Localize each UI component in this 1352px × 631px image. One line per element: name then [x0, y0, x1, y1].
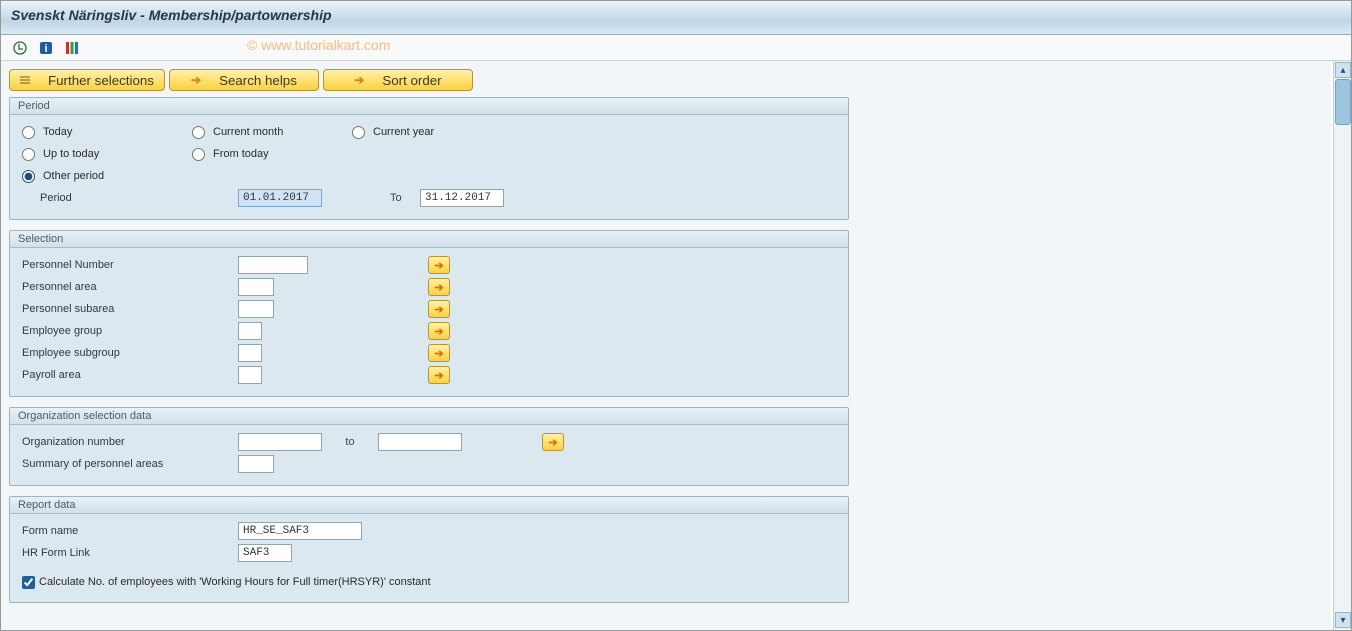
radio-up-to-today-input[interactable]	[22, 148, 35, 161]
sort-order-button[interactable]: ➔ Sort order	[323, 69, 473, 91]
menu-icon	[20, 73, 30, 88]
org-group-title: Organization selection data	[10, 408, 848, 425]
period-to-label: To	[390, 192, 420, 204]
summary-label: Summary of personnel areas	[22, 458, 238, 470]
personnel-subarea-input[interactable]	[238, 300, 274, 318]
period-from-input[interactable]	[238, 189, 322, 207]
selection-group-title: Selection	[10, 231, 848, 248]
personnel-subarea-label: Personnel subarea	[22, 303, 238, 315]
radio-other-period-input[interactable]	[22, 170, 35, 183]
employee-group-multi-button[interactable]: ➔	[428, 322, 450, 340]
employee-subgroup-multi-button[interactable]: ➔	[428, 344, 450, 362]
hr-form-link-input[interactable]	[238, 544, 292, 562]
radio-current-month-label: Current month	[213, 126, 283, 138]
report-group-title: Report data	[10, 497, 848, 514]
selection-group: Selection Personnel Number ➔ Personnel a…	[9, 230, 849, 397]
further-selections-button[interactable]: Further selections	[9, 69, 165, 91]
execute-icon[interactable]	[11, 39, 29, 57]
personnel-area-input[interactable]	[238, 278, 274, 296]
scroll-area: Further selections ➔ Search helps ➔ Sort…	[1, 61, 1331, 630]
radio-today-input[interactable]	[22, 126, 35, 139]
org-number-label: Organization number	[22, 436, 238, 448]
radio-from-today-input[interactable]	[192, 148, 205, 161]
employee-group-label: Employee group	[22, 325, 238, 337]
employee-group-input[interactable]	[238, 322, 262, 340]
radio-current-year-input[interactable]	[352, 126, 365, 139]
radio-up-to-today[interactable]: Up to today	[22, 148, 192, 161]
app-toolbar: i	[1, 35, 1351, 61]
personnel-subarea-multi-button[interactable]: ➔	[428, 300, 450, 318]
radio-current-month-input[interactable]	[192, 126, 205, 139]
arrow-right-icon: ➔	[434, 281, 443, 294]
further-selections-label: Further selections	[48, 73, 154, 88]
radio-current-year-label: Current year	[373, 126, 434, 138]
period-to-input[interactable]	[420, 189, 504, 207]
payroll-area-label: Payroll area	[22, 369, 238, 381]
payroll-area-input[interactable]	[238, 366, 262, 384]
personnel-area-multi-button[interactable]: ➔	[428, 278, 450, 296]
app-window: Svenskt Näringsliv - Membership/partowne…	[0, 0, 1352, 631]
scroll-thumb[interactable]	[1335, 79, 1351, 125]
org-number-multi-button[interactable]: ➔	[542, 433, 564, 451]
org-group-body: Organization number to ➔ Summary of pers…	[10, 425, 848, 485]
payroll-area-multi-button[interactable]: ➔	[428, 366, 450, 384]
svg-text:i: i	[44, 43, 47, 55]
form-name-input[interactable]	[238, 522, 362, 540]
radio-up-to-today-label: Up to today	[43, 148, 99, 160]
arrow-right-icon: ➔	[434, 259, 443, 272]
personnel-area-label: Personnel area	[22, 281, 238, 293]
personnel-number-label: Personnel Number	[22, 259, 238, 271]
hr-form-link-label: HR Form Link	[22, 547, 238, 559]
arrow-right-icon: ➔	[434, 369, 443, 382]
scroll-down-button[interactable]: ▾	[1335, 612, 1351, 628]
title-bar: Svenskt Näringsliv - Membership/partowne…	[1, 1, 1351, 35]
arrow-icon: ➔	[191, 73, 201, 87]
radio-from-today[interactable]: From today	[192, 148, 352, 161]
button-row: Further selections ➔ Search helps ➔ Sort…	[9, 69, 1323, 91]
radio-current-month[interactable]: Current month	[192, 126, 352, 139]
arrow-icon: ➔	[354, 73, 364, 87]
selection-group-body: Personnel Number ➔ Personnel area ➔ Pers…	[10, 248, 848, 396]
period-group-title: Period	[10, 98, 848, 115]
radio-today[interactable]: Today	[22, 126, 192, 139]
report-group: Report data Form name HR Form Link Calcu…	[9, 496, 849, 603]
search-helps-label: Search helps	[219, 73, 297, 88]
arrow-right-icon: ➔	[434, 325, 443, 338]
content-wrap: Further selections ➔ Search helps ➔ Sort…	[1, 61, 1351, 630]
chevron-up-icon: ▴	[1340, 65, 1345, 76]
personnel-number-multi-button[interactable]: ➔	[428, 256, 450, 274]
scroll-up-button[interactable]: ▴	[1335, 62, 1351, 78]
radio-from-today-label: From today	[213, 148, 269, 160]
arrow-right-icon: ➔	[434, 303, 443, 316]
period-group: Period Today Current month Current year …	[9, 97, 849, 220]
radio-other-period[interactable]: Other period	[22, 170, 192, 183]
search-helps-button[interactable]: ➔ Search helps	[169, 69, 319, 91]
org-to-label: to	[322, 436, 378, 448]
chevron-down-icon: ▾	[1340, 615, 1345, 626]
form-name-label: Form name	[22, 525, 238, 537]
info-icon[interactable]: i	[37, 39, 55, 57]
period-label: Period	[22, 192, 238, 204]
org-number-to-input[interactable]	[378, 433, 462, 451]
radio-today-label: Today	[43, 126, 72, 138]
radio-current-year[interactable]: Current year	[352, 126, 512, 139]
org-number-from-input[interactable]	[238, 433, 322, 451]
color-bars-icon[interactable]	[63, 39, 81, 57]
employee-subgroup-label: Employee subgroup	[22, 347, 238, 359]
calc-employees-label: Calculate No. of employees with 'Working…	[39, 576, 431, 588]
arrow-right-icon: ➔	[548, 436, 557, 449]
org-group: Organization selection data Organization…	[9, 407, 849, 486]
summary-input[interactable]	[238, 455, 274, 473]
report-group-body: Form name HR Form Link Calculate No. of …	[10, 514, 848, 602]
vertical-scrollbar[interactable]: ▴ ▾	[1333, 61, 1351, 630]
calc-employees-checkbox[interactable]	[22, 576, 35, 589]
employee-subgroup-input[interactable]	[238, 344, 262, 362]
sort-order-label: Sort order	[382, 73, 441, 88]
arrow-right-icon: ➔	[434, 347, 443, 360]
period-group-body: Today Current month Current year Up to t…	[10, 115, 848, 219]
personnel-number-input[interactable]	[238, 256, 308, 274]
page-title: Svenskt Näringsliv - Membership/partowne…	[11, 7, 332, 23]
radio-other-period-label: Other period	[43, 170, 104, 182]
